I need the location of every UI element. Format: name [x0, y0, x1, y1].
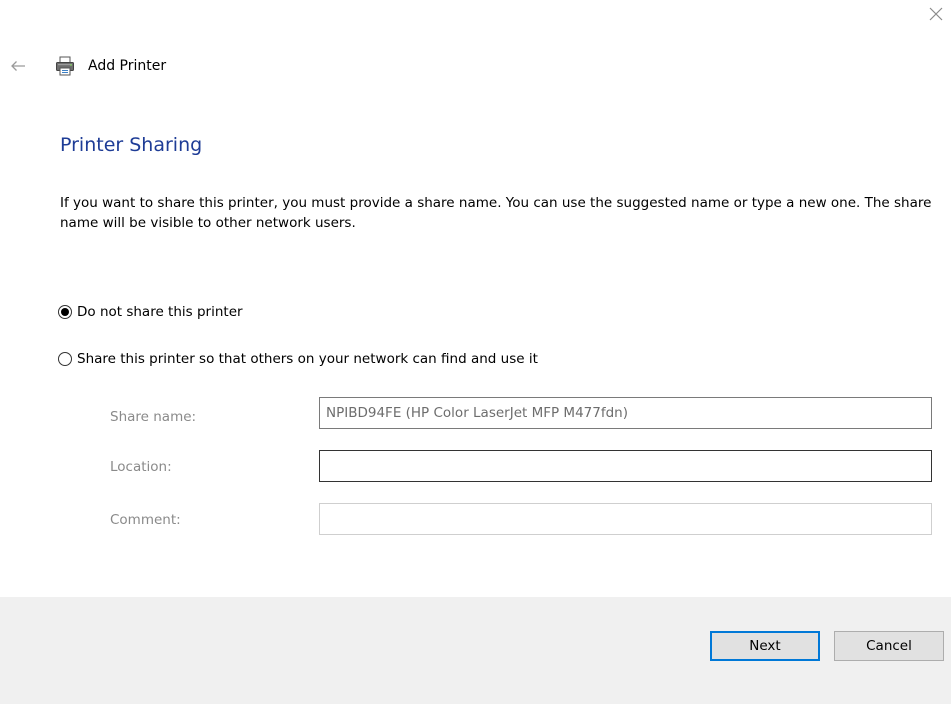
- share-name-label: Share name:: [110, 409, 197, 425]
- back-arrow-icon: [11, 61, 25, 71]
- cancel-button[interactable]: Cancel: [834, 631, 944, 661]
- do-not-share-label: Do not share this printer: [77, 304, 243, 320]
- printer-icon: [56, 56, 74, 76]
- share-printer-label: Share this printer so that others on you…: [77, 351, 538, 367]
- next-button[interactable]: Next: [710, 631, 820, 661]
- page-title: Printer Sharing: [60, 134, 203, 156]
- radio-selected-dot: [61, 308, 69, 316]
- location-input[interactable]: [319, 450, 932, 482]
- close-icon: [929, 7, 943, 21]
- share-printer-radio[interactable]: [58, 352, 72, 366]
- window-title: Add Printer: [88, 58, 167, 74]
- do-not-share-radio[interactable]: [58, 305, 72, 319]
- share-printer-option[interactable]: Share this printer so that others on you…: [58, 350, 538, 368]
- description-text: If you want to share this printer, you m…: [60, 195, 932, 231]
- back-button[interactable]: [7, 55, 29, 77]
- comment-label: Comment:: [110, 512, 181, 528]
- close-button[interactable]: [924, 2, 948, 26]
- share-name-input[interactable]: [319, 397, 932, 429]
- do-not-share-option[interactable]: Do not share this printer: [58, 303, 243, 321]
- comment-input[interactable]: [319, 503, 932, 535]
- location-label: Location:: [110, 459, 172, 475]
